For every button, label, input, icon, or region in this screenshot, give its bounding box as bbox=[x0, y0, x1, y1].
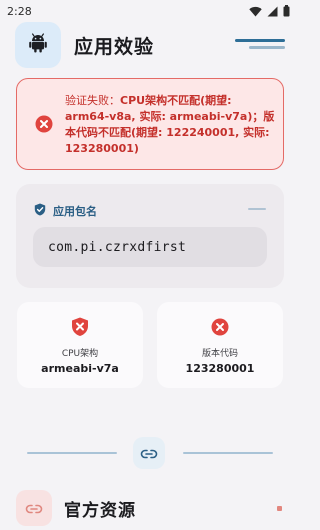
wifi-icon bbox=[249, 6, 262, 17]
menu-icon-line-top bbox=[235, 39, 285, 42]
cpu-arch-label: CPU架构 bbox=[61, 349, 99, 359]
app-icon-tile bbox=[15, 22, 61, 68]
package-name-card: 应用包名 com.pi.czrxdfirst bbox=[16, 184, 284, 288]
package-value-box[interactable]: com.pi.czrxdfirst bbox=[33, 227, 267, 267]
page-title: 应用效验 bbox=[74, 36, 155, 58]
package-label: 应用包名 bbox=[53, 204, 97, 218]
version-code-card: 版本代码 123280001 bbox=[157, 302, 283, 388]
menu-icon-line-bottom bbox=[249, 46, 285, 49]
official-resources-section: 官方资源 bbox=[16, 488, 284, 530]
resources-title: 官方资源 bbox=[64, 501, 136, 521]
android-icon bbox=[29, 33, 47, 57]
version-code-label: 版本代码 bbox=[201, 349, 238, 359]
status-time: 2:28 bbox=[7, 4, 32, 18]
divider-left bbox=[27, 452, 117, 454]
shield-error-icon bbox=[71, 317, 89, 337]
package-value: com.pi.czrxdfirst bbox=[48, 239, 187, 255]
package-label-row: 应用包名 bbox=[34, 201, 97, 220]
link-icon bbox=[140, 444, 158, 463]
verification-error-card: 验证失败：CPU架构不匹配(期望: arm64-v8a, 实际: armeabi… bbox=[16, 78, 284, 170]
cpu-arch-value: armeabi-v7a bbox=[41, 362, 119, 375]
cpu-arch-card: CPU架构 armeabi-v7a bbox=[17, 302, 143, 388]
shield-check-icon bbox=[34, 201, 46, 220]
error-prefix: 验证失败： bbox=[65, 94, 120, 107]
divider-right bbox=[183, 452, 273, 454]
status-icons bbox=[249, 5, 290, 17]
version-code-value: 123280001 bbox=[185, 362, 255, 375]
battery-icon bbox=[283, 5, 290, 17]
error-circle-icon bbox=[211, 317, 229, 337]
package-decor-line bbox=[248, 208, 266, 210]
resources-icon-tile bbox=[16, 490, 52, 526]
error-message: 验证失败：CPU架构不匹配(期望: arm64-v8a, 实际: armeabi… bbox=[65, 93, 277, 157]
signal-icon bbox=[267, 6, 278, 17]
resources-decor-dot bbox=[277, 506, 282, 511]
app-header: 应用效验 bbox=[15, 22, 285, 68]
link-button[interactable] bbox=[133, 437, 165, 469]
error-circle-icon bbox=[35, 115, 53, 133]
link-icon bbox=[25, 499, 43, 518]
menu-button[interactable] bbox=[235, 37, 285, 53]
status-bar: 2:28 bbox=[0, 0, 300, 22]
